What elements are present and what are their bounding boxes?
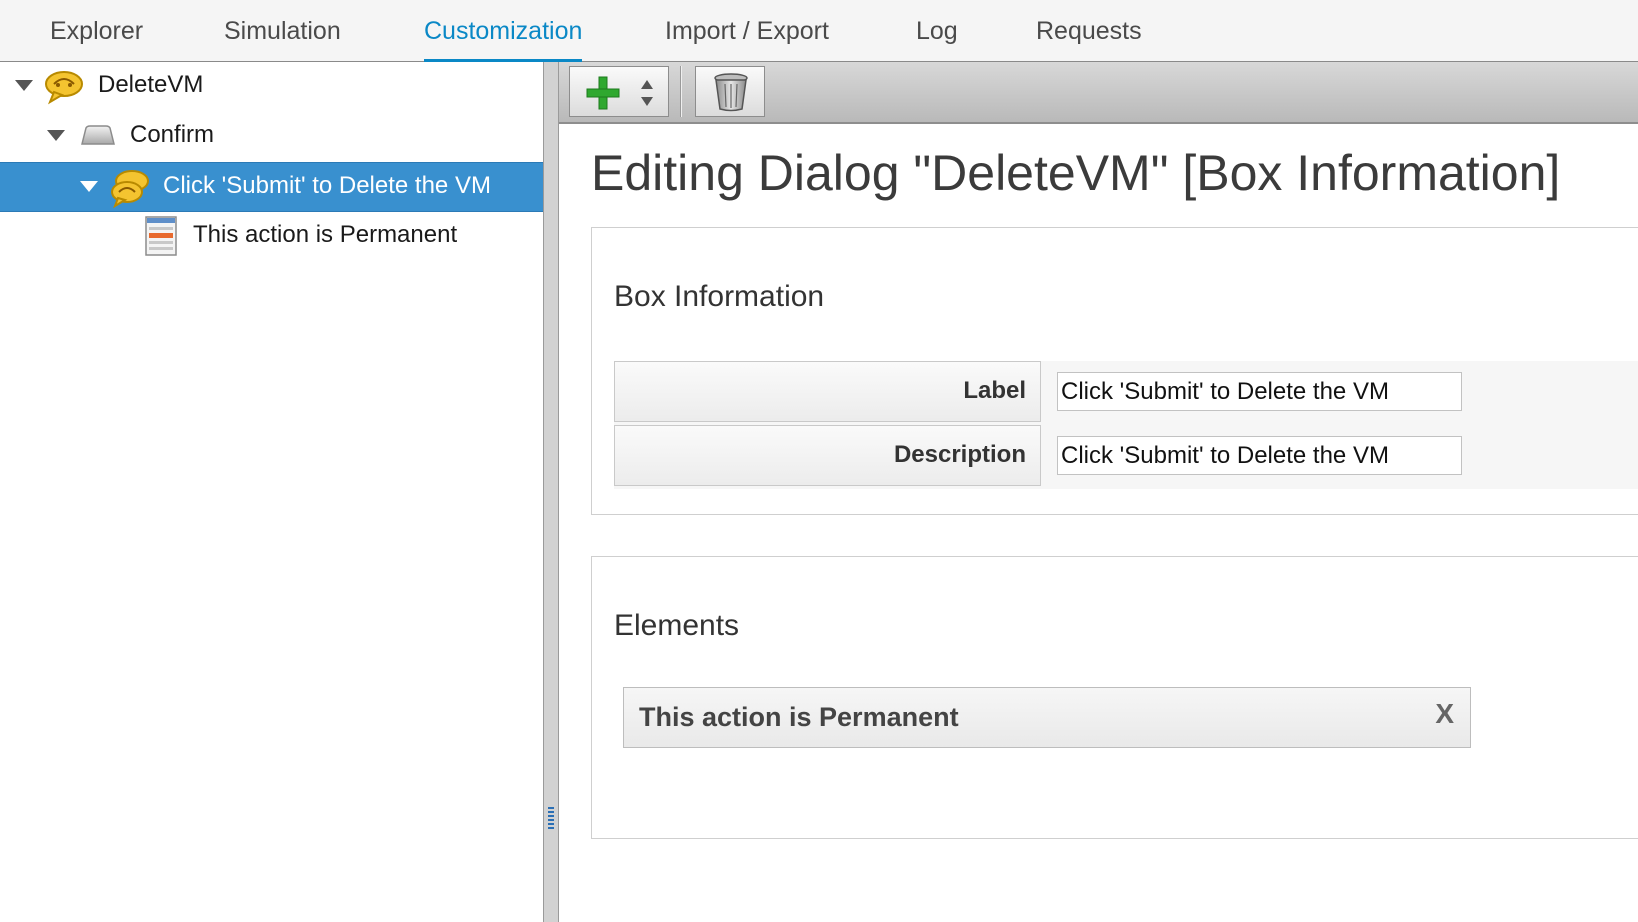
box-information-section: Box Information Label Description bbox=[591, 227, 1638, 515]
description-input[interactable] bbox=[1057, 436, 1462, 475]
collapse-toggle-icon[interactable] bbox=[47, 130, 65, 141]
tab-icon bbox=[81, 125, 115, 145]
add-button[interactable] bbox=[569, 66, 669, 117]
toolbar-separator bbox=[680, 66, 682, 117]
section-heading: Box Information bbox=[614, 280, 825, 313]
tab-customization[interactable]: Customization bbox=[424, 14, 583, 62]
page-title: Editing Dialog "DeleteVM" [Box Informati… bbox=[591, 145, 1561, 201]
element-icon bbox=[145, 216, 177, 256]
collapse-toggle-icon[interactable] bbox=[80, 181, 98, 192]
up-down-arrows-icon[interactable] bbox=[638, 76, 656, 110]
tab-simulation[interactable]: Simulation bbox=[224, 14, 341, 62]
tree-node-dialog[interactable]: DeleteVM bbox=[0, 62, 543, 112]
tab-explorer[interactable]: Explorer bbox=[50, 14, 143, 62]
elements-section: Elements This action is Permanent X bbox=[591, 556, 1638, 839]
tab-import-export[interactable]: Import / Export bbox=[665, 14, 829, 62]
tree-node-label: DeleteVM bbox=[98, 71, 204, 98]
tree-node-box-selected[interactable]: Click 'Submit' to Delete the VM bbox=[0, 162, 543, 212]
box-icon bbox=[111, 170, 149, 208]
dialog-tree: DeleteVM Confirm Click 'Submit' to Delet… bbox=[0, 62, 543, 922]
dialog-icon bbox=[45, 71, 83, 105]
label-input[interactable] bbox=[1057, 372, 1462, 411]
section-heading: Elements bbox=[614, 609, 740, 642]
tab-requests[interactable]: Requests bbox=[1036, 14, 1142, 62]
tree-node-label: This action is Permanent bbox=[193, 221, 458, 248]
tree-node-element[interactable]: This action is Permanent bbox=[0, 212, 543, 262]
tab-log[interactable]: Log bbox=[916, 14, 958, 62]
trash-icon bbox=[714, 73, 748, 112]
collapse-toggle-icon[interactable] bbox=[15, 80, 33, 91]
remove-element-icon[interactable]: X bbox=[1435, 698, 1454, 730]
top-tab-bar: Explorer Simulation Customization Import… bbox=[0, 0, 1638, 62]
element-label: This action is Permanent bbox=[639, 702, 959, 732]
plus-icon bbox=[586, 76, 620, 110]
delete-button[interactable] bbox=[695, 66, 765, 117]
editor-toolbar bbox=[559, 62, 1638, 124]
tree-node-tab[interactable]: Confirm bbox=[0, 112, 543, 162]
splitter-grip-icon[interactable] bbox=[548, 807, 554, 829]
editor-panel: Editing Dialog "DeleteVM" [Box Informati… bbox=[559, 62, 1638, 922]
box-form: Label Description bbox=[614, 361, 1638, 489]
tree-node-label: Click 'Submit' to Delete the VM bbox=[163, 172, 491, 199]
element-list-item[interactable]: This action is Permanent X bbox=[623, 687, 1471, 748]
tree-node-label: Confirm bbox=[130, 121, 215, 148]
panel-splitter[interactable] bbox=[543, 62, 559, 922]
description-field-label: Description bbox=[614, 425, 1041, 486]
label-field-label: Label bbox=[614, 361, 1041, 422]
